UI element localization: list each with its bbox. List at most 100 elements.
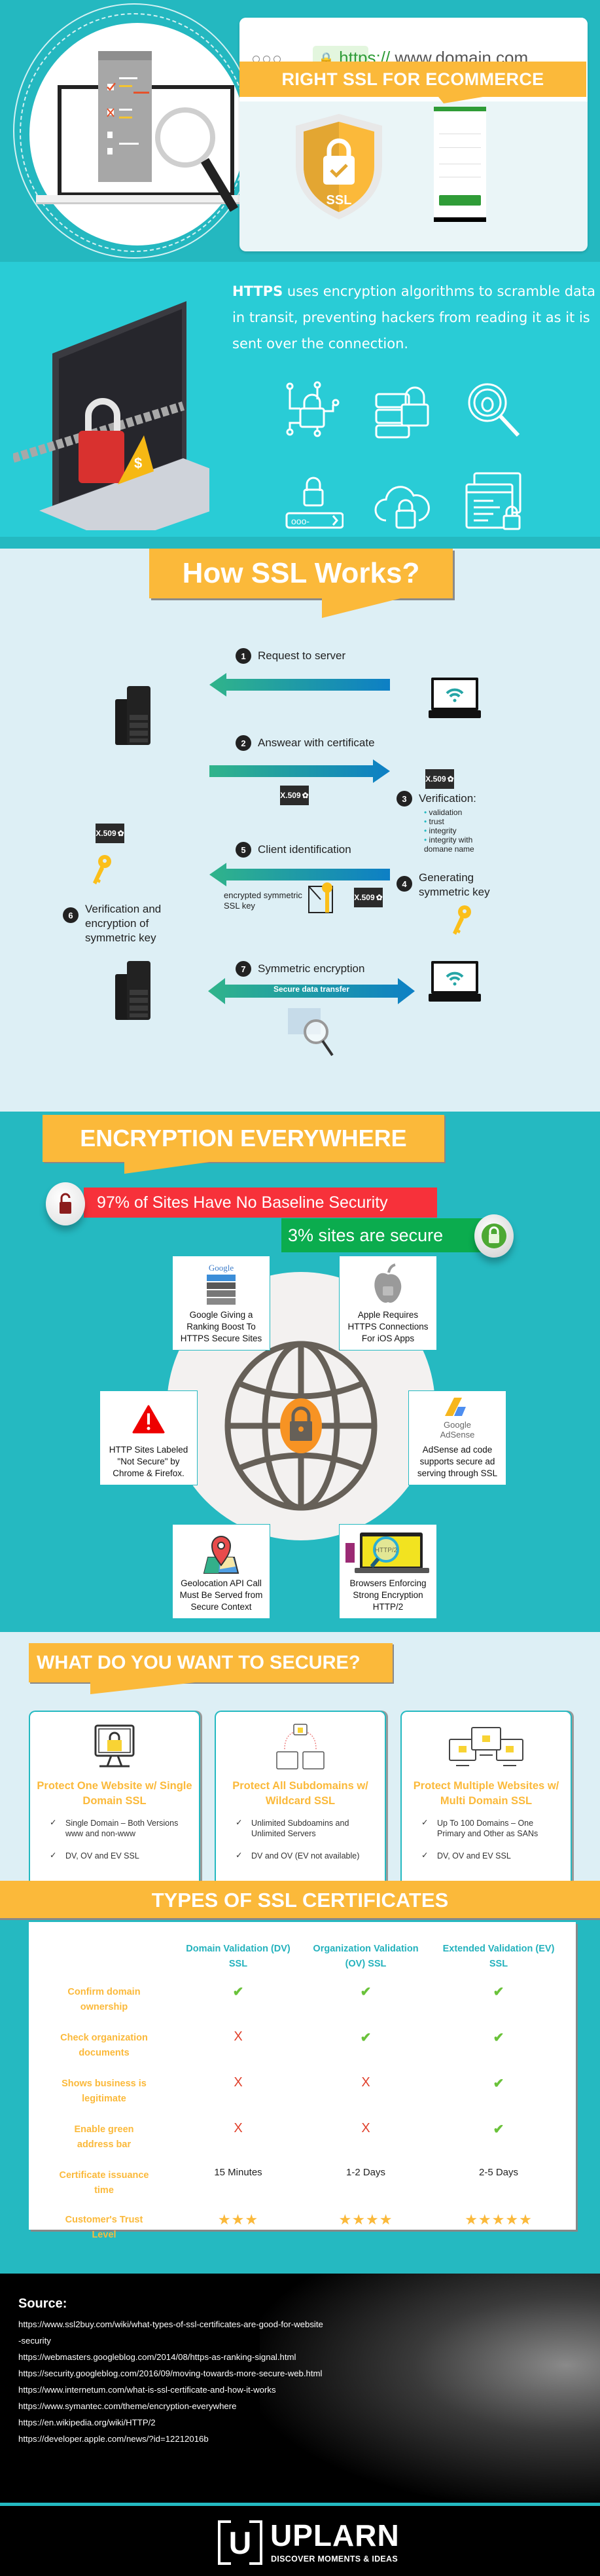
cross-icon: X	[234, 2075, 243, 2090]
step-label: Client identification	[258, 843, 351, 856]
card-feature: DV and OV (EV not available)	[236, 1850, 373, 1861]
browser-lock-icon	[465, 472, 521, 530]
check-icon: ✔	[493, 1985, 504, 1999]
secure-stat: 3% sites are secure	[281, 1218, 484, 1252]
card-multi-domain[interactable]: Protect Multiple Websites w/ Multi Domai…	[400, 1711, 572, 1881]
award-icon: ✿	[117, 829, 124, 838]
step-label: Symmetric encryption	[258, 962, 365, 975]
source-link[interactable]: https://webmasters.googleblog.com/2014/0…	[18, 2349, 326, 2365]
step-label: Verification:	[419, 792, 476, 805]
password-lock-icon: ooo-	[285, 477, 344, 529]
step-label: Request to server	[258, 649, 346, 662]
row-label: Enable green address bar	[74, 2124, 134, 2150]
feature-text: Google Giving a Ranking Boost To HTTPS S…	[180, 1310, 262, 1343]
single-monitor-lock-icon	[30, 1724, 199, 1769]
hero-section: 🔒 https:// www.domain.com RIGHT SSL FOR …	[0, 0, 600, 262]
feature-text: Apple Requires HTTPS Connections For iOS…	[347, 1310, 429, 1343]
x509-certificate-badge: X.509 ✿	[280, 786, 309, 805]
card-feature: Single Domain – Both Versions www and no…	[50, 1817, 187, 1839]
cross-icon: X	[234, 2121, 243, 2135]
arrow-left-client	[209, 863, 390, 886]
server-icon	[115, 961, 150, 1020]
svg-text:$: $	[134, 455, 142, 471]
svg-text:ooo-: ooo-	[291, 516, 309, 526]
issuance-time: 2-5 Days	[478, 2167, 519, 2178]
bug-search-icon	[468, 383, 520, 437]
step-number: 5	[236, 842, 251, 858]
source-link[interactable]: https://www.symantec.com/theme/encryptio…	[18, 2398, 326, 2414]
secure-transfer-label: Secure data transfer	[273, 985, 350, 994]
source-link[interactable]: https://www.ssl2buy.com/wiki/what-types-…	[18, 2316, 326, 2349]
source-link[interactable]: https://developer.apple.com/news/?id=122…	[18, 2431, 326, 2447]
insecure-stat: 97% of Sites Have No Baseline Security	[84, 1188, 437, 1218]
trust-stars: ★★★★★	[465, 2211, 533, 2228]
step-label: Verification and encryption of symmetric…	[85, 903, 162, 944]
login-form-illustration	[434, 107, 486, 222]
svg-text:Google: Google	[444, 1420, 471, 1430]
trust-stars: ★★★	[217, 2211, 259, 2228]
card-single-domain[interactable]: Protect One Website w/ Single Domain SSL…	[29, 1711, 200, 1881]
https-description: HTTPS uses encryption algorithms to scra…	[232, 278, 599, 357]
column-header-ev: Extended Validation (EV) SSL	[442, 1944, 555, 1969]
feature-text: Geolocation API Call Must Be Served from…	[179, 1578, 263, 1612]
step-number: 3	[397, 791, 412, 807]
encrypted-key-label: encrypted symmetric SSL key	[224, 890, 302, 911]
column-header-ov: Organization Validation (OV) SSL	[313, 1944, 419, 1969]
svg-text:Google: Google	[209, 1263, 234, 1273]
key-icon	[93, 855, 111, 884]
arrow-left-request	[209, 673, 390, 697]
card-wildcard[interactable]: Protect All Subdomains w/ Wildcard SSL U…	[215, 1711, 386, 1881]
row-label: Confirm domain ownership	[67, 1987, 141, 2012]
step-number: 4	[397, 876, 412, 892]
x509-certificate-badge: X.509 ✿	[425, 769, 454, 789]
key-icon	[453, 905, 471, 935]
source-link[interactable]: https://security.googleblog.com/2016/09/…	[18, 2365, 326, 2382]
map-pin-icon	[173, 1530, 270, 1576]
source-links: https://www.ssl2buy.com/wiki/what-types-…	[18, 2316, 326, 2447]
check-icon: ✔	[493, 2077, 504, 2091]
step-number: 7	[236, 961, 251, 977]
http2-laptop-icon: HTTP/2	[340, 1530, 436, 1576]
award-icon: ✿	[302, 791, 309, 800]
source-link[interactable]: https://en.wikipedia.org/wiki/HTTP/2	[18, 2414, 326, 2431]
feature-http2: HTTP/2 Browsers Enforcing Strong Encrypt…	[339, 1524, 437, 1619]
step-number: 6	[63, 907, 79, 923]
types-of-ssl-section: TYPES OF SSL CERTIFICATES Domain Validat…	[0, 1881, 600, 2274]
server-lock-icon	[375, 386, 429, 439]
card-title: Protect Multiple Websites w/ Multi Domai…	[413, 1780, 559, 1807]
ribbon-tail	[438, 97, 483, 103]
feature-not-secure-label: HTTP Sites Labeled "Not Secure" by Chrom…	[99, 1390, 198, 1485]
secure-title: WHAT DO YOU WANT TO SECURE?	[29, 1643, 393, 1682]
card-feature: DV, OV and EV SSL	[50, 1850, 187, 1861]
card-title: Protect One Website w/ Single Domain SSL	[37, 1780, 192, 1807]
cloud-lock-icon	[374, 486, 430, 529]
step-label: Generating symmetric key	[419, 871, 490, 898]
row-label: Check organization documents	[60, 2033, 148, 2058]
step-3: 3 Verification:	[397, 791, 476, 807]
locked-laptop-illustration: $	[13, 301, 209, 530]
check-icon: ✔	[232, 1985, 244, 1999]
x509-certificate-badge: X.509 ✿	[354, 888, 383, 907]
row-label: Certificate issuance time	[59, 2170, 149, 2196]
https-lead-word: HTTPS	[232, 283, 283, 299]
laptop-wifi-icon	[429, 961, 481, 1002]
card-features: Up To 100 Domains – One Primary and Othe…	[421, 1817, 559, 1873]
source-link[interactable]: https://www.internetum.com/what-is-ssl-c…	[18, 2382, 326, 2398]
feature-text: HTTP Sites Labeled "Not Secure" by Chrom…	[109, 1445, 188, 1478]
multi-monitor-lock-icon	[402, 1724, 571, 1769]
globe-lock-icon	[224, 1341, 378, 1511]
verification-list: validation trust integrity integrity wit…	[424, 808, 483, 854]
banner-tail	[322, 598, 400, 618]
row-label: Shows business is legitimate	[62, 2078, 147, 2104]
form-submit-illustration	[439, 195, 481, 206]
checklist-document-icon	[98, 51, 152, 182]
card-feature: Up To 100 Domains – One Primary and Othe…	[421, 1817, 559, 1839]
issuance-time: 15 Minutes	[214, 2167, 262, 2178]
cross-icon: X	[234, 2029, 243, 2044]
how-ssl-title: How SSL Works?	[149, 549, 453, 598]
award-icon: ✿	[447, 774, 454, 784]
google-ranking-icon: Google	[173, 1261, 270, 1307]
svg-text:AdSense: AdSense	[440, 1430, 475, 1440]
logo-letter: U	[228, 2526, 252, 2561]
shield-label: SSL	[326, 193, 352, 208]
